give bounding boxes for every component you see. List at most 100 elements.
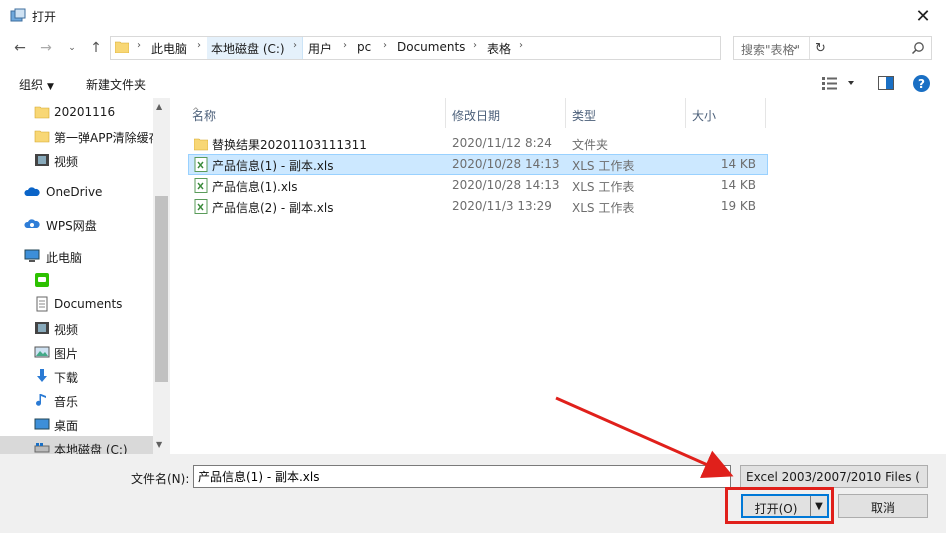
nav-item-downloads[interactable]: 下载: [0, 364, 153, 388]
folder-icon: [34, 130, 50, 143]
annotation-highlight-box: [725, 487, 834, 524]
nav-item-wechat[interactable]: [0, 268, 153, 292]
file-name: 产品信息(1) - 副本.xls: [212, 159, 334, 173]
nav-item-local-disk[interactable]: 本地磁盘 (C:): [0, 436, 153, 454]
file-size: 14 KB: [720, 178, 756, 192]
filetype-value: Excel 2003/2007/2010 Files (: [746, 470, 920, 484]
file-size: 14 KB: [720, 157, 756, 171]
up-button[interactable]: ↑: [86, 38, 106, 58]
nav-item-label: 20201116: [54, 105, 116, 119]
help-icon[interactable]: ?: [913, 75, 930, 92]
nav-item-music[interactable]: 音乐: [0, 388, 153, 412]
column-header-name[interactable]: ^ 名称: [186, 98, 446, 128]
chevron-down-icon: ⌄: [68, 43, 76, 53]
column-header-label: 大小: [692, 109, 717, 123]
caret-down-icon: ▼: [47, 82, 54, 92]
cancel-button[interactable]: 取消: [838, 494, 928, 518]
up-arrow-icon: ↑: [90, 40, 102, 56]
column-header-type[interactable]: 类型: [566, 98, 686, 128]
nav-item-label: 本地磁盘 (C:): [54, 443, 128, 454]
scroll-down-icon[interactable]: ▼: [156, 440, 162, 449]
video-icon: [35, 154, 49, 166]
file-name: 产品信息(1).xls: [212, 180, 298, 194]
file-modified: 2020/10/28 14:13: [452, 178, 560, 192]
window-title: 打开: [32, 10, 57, 24]
address-bar[interactable]: › 此电脑 › 本地磁盘 (C:) › 用户 › pc › Documents …: [110, 36, 826, 60]
nav-item-onedrive[interactable]: OneDrive: [0, 180, 153, 204]
breadcrumb-separator-icon: ›: [383, 40, 387, 51]
breadcrumb-separator-icon: ›: [343, 40, 347, 51]
breadcrumb-separator-icon: ›: [293, 40, 297, 51]
nav-item-label: 下载: [54, 371, 79, 385]
search-icon: [911, 42, 924, 55]
table-row[interactable]: 替换结果20201103111311 2020/11/12 8:24 文件夹: [188, 133, 768, 154]
cancel-button-label: 取消: [870, 501, 895, 515]
column-header-label: 类型: [572, 109, 597, 123]
file-modified: 2020/11/12 8:24: [452, 136, 552, 150]
disk-icon: [34, 443, 50, 453]
breadcrumb-documents[interactable]: Documents: [397, 40, 465, 54]
filename-field[interactable]: [193, 465, 731, 488]
nav-item-documents[interactable]: Documents: [0, 292, 153, 316]
nav-item-videos-2[interactable]: 视频: [0, 316, 153, 340]
organize-menu[interactable]: 组织 ▼: [19, 76, 54, 93]
navigation-pane[interactable]: 20201116 第一弹APP清除缓存 视频 OneDrive WPS网盘 此电…: [0, 98, 170, 454]
nav-scrollbar[interactable]: ▲ ▼: [153, 98, 170, 454]
search-input[interactable]: 搜索"表格": [733, 36, 932, 60]
nav-item-videos[interactable]: 视频: [0, 148, 153, 172]
folder-icon: [115, 41, 129, 53]
computer-icon: [24, 249, 40, 262]
breadcrumb-users[interactable]: 用户: [308, 40, 332, 57]
nav-item-pictures[interactable]: 图片: [0, 340, 153, 364]
title-bar: 打开 ✕: [0, 0, 946, 32]
breadcrumb-local-disk[interactable]: 本地磁盘 (C:): [211, 40, 285, 57]
picture-icon: [34, 346, 50, 358]
breadcrumb-this-pc[interactable]: 此电脑: [151, 40, 187, 57]
nav-item-folder-app-cache[interactable]: 第一弹APP清除缓存: [0, 124, 153, 148]
nav-item-label: WPS网盘: [46, 219, 97, 233]
nav-item-label: 图片: [54, 347, 79, 361]
preview-pane-icon[interactable]: [878, 76, 894, 90]
xls-file-icon: [194, 157, 208, 172]
forward-arrow-icon: →: [40, 40, 52, 56]
nav-item-label: 视频: [54, 323, 79, 337]
nav-item-desktop[interactable]: 桌面: [0, 412, 153, 436]
file-name: 产品信息(2) - 副本.xls: [212, 201, 334, 215]
column-header-size[interactable]: 大小: [686, 98, 766, 128]
back-button[interactable]: ←: [10, 38, 30, 58]
column-header-label: 修改日期: [452, 109, 501, 123]
forward-button[interactable]: →: [36, 38, 56, 58]
nav-item-label: Documents: [54, 297, 123, 311]
close-button[interactable]: ✕: [900, 0, 946, 32]
file-name: 替换结果20201103111311: [212, 138, 367, 152]
nav-item-this-pc[interactable]: 此电脑: [0, 244, 153, 268]
scrollbar-thumb[interactable]: [155, 196, 168, 382]
file-type: XLS 工作表: [572, 180, 635, 194]
file-list[interactable]: ^ 名称 修改日期 类型 大小 替换结果20201103111311 2020/…: [170, 98, 946, 454]
download-icon: [37, 369, 47, 382]
nav-item-wps-cloud[interactable]: WPS网盘: [0, 212, 153, 236]
nav-item-label: 音乐: [54, 395, 79, 409]
documents-icon: [36, 296, 48, 312]
desktop-icon: [34, 418, 50, 430]
filename-input[interactable]: [194, 466, 730, 487]
command-bar: 组织 ▼ 新建文件夹: [0, 70, 946, 98]
table-row[interactable]: 产品信息(2) - 副本.xls 2020/11/3 13:29 XLS 工作表…: [188, 196, 768, 217]
table-row[interactable]: 产品信息(1).xls 2020/10/28 14:13 XLS 工作表 14 …: [188, 175, 768, 196]
filetype-select[interactable]: Excel 2003/2007/2010 Files (: [740, 465, 928, 488]
column-header-modified[interactable]: 修改日期: [446, 98, 566, 128]
app-icon: [10, 8, 26, 22]
view-options-icon[interactable]: [822, 76, 858, 90]
nav-item-label: 第一弹APP清除缓存: [54, 131, 153, 145]
file-type: XLS 工作表: [572, 201, 635, 215]
recent-locations-button[interactable]: ⌄: [62, 38, 82, 58]
search-placeholder: 搜索"表格": [741, 43, 801, 57]
new-folder-button[interactable]: 新建文件夹: [86, 76, 146, 93]
breadcrumb-pc[interactable]: pc: [357, 40, 371, 54]
breadcrumb-tables[interactable]: 表格: [487, 40, 511, 57]
wps-cloud-icon: [24, 219, 40, 228]
scroll-up-icon[interactable]: ▲: [156, 102, 162, 111]
nav-item-folder-20201116[interactable]: 20201116: [0, 100, 153, 124]
breadcrumb-separator-icon: ›: [473, 40, 477, 51]
table-row-selected[interactable]: 产品信息(1) - 副本.xls 2020/10/28 14:13 XLS 工作…: [188, 154, 768, 175]
